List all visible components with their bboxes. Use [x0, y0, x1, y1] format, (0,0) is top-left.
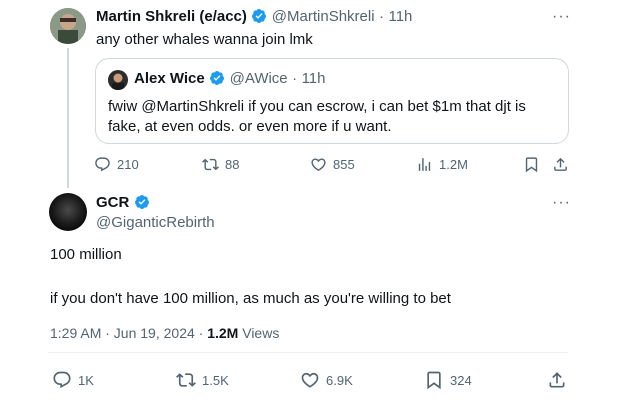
reply-button[interactable]: 1K	[52, 370, 94, 390]
retweet-count: 88	[225, 157, 240, 172]
more-icon[interactable]: ···	[552, 194, 571, 212]
tweet-text: any other whales wanna join lmk	[96, 31, 313, 48]
views-label: Views	[238, 325, 280, 341]
like-icon	[311, 158, 326, 171]
reply-count: 210	[117, 157, 139, 172]
tweet-time[interactable]: 11h	[388, 8, 412, 25]
author-handle[interactable]: @GiganticRebirth	[96, 214, 215, 231]
tweet-meta: 1:29 AM · Jun 19, 2024 · 1.2M Views	[50, 325, 279, 341]
retweet-button[interactable]: 1.5K	[176, 370, 229, 390]
views-count-bold: 1.2M	[207, 325, 239, 341]
verified-badge-icon	[134, 195, 149, 209]
bookmark-icon	[427, 371, 441, 390]
views-button[interactable]: 1.2M	[416, 156, 468, 173]
share-icon[interactable]	[552, 156, 569, 178]
tweet2-header: GCR	[96, 194, 150, 212]
like-button[interactable]: 855	[310, 156, 355, 173]
avatar-martin[interactable]	[50, 8, 86, 44]
thread-line	[67, 48, 69, 188]
dot-separator: ·	[292, 70, 298, 87]
verified-badge-icon	[252, 9, 267, 23]
author-name[interactable]: Martin Shkreli (e/acc)	[96, 8, 247, 25]
tweet-text-line1: 100 million	[50, 246, 122, 263]
more-icon[interactable]: ···	[552, 8, 571, 26]
retweet-button[interactable]: 88	[202, 156, 239, 173]
divider	[48, 352, 568, 353]
reply-count: 1K	[78, 372, 94, 388]
quote-time: 11h	[301, 70, 326, 87]
avatar-alex	[108, 70, 128, 90]
tweet1-header: Martin Shkreli (e/acc) @MartinShkreli · …	[96, 8, 412, 26]
reply-button[interactable]: 210	[94, 156, 139, 173]
dot-separator: ·	[379, 8, 385, 25]
views-count: 1.2M	[439, 157, 468, 172]
bookmark-count: 324	[450, 372, 472, 388]
retweet-icon	[202, 158, 219, 171]
reply-icon	[95, 157, 110, 172]
bookmark-button[interactable]: 324	[424, 370, 472, 390]
quote-tweet[interactable]: Alex Wice @AWice · 11h fwiw @MartinShkre…	[95, 58, 569, 144]
tweet-text-line2: if you don't have 100 million, as much a…	[50, 290, 451, 307]
views-icon	[418, 158, 431, 171]
quote-author-handle: @AWice	[229, 70, 288, 87]
quote-text: fwiw @MartinShkreli if you can escrow, i…	[108, 98, 526, 135]
like-count: 6.9K	[326, 372, 353, 388]
avatar-gcr[interactable]	[49, 193, 87, 231]
author-name[interactable]: GCR	[96, 194, 129, 211]
quote-header: Alex Wice @AWice · 11h	[134, 70, 325, 88]
timestamp[interactable]: 1:29 AM · Jun 19, 2024 ·	[50, 325, 207, 341]
like-icon	[301, 372, 319, 388]
share-icon[interactable]	[547, 370, 567, 395]
verified-badge-icon	[210, 71, 225, 85]
retweet-count: 1.5K	[202, 372, 229, 388]
bookmark-icon[interactable]	[523, 156, 540, 178]
retweet-icon	[176, 373, 196, 387]
reply-icon	[53, 371, 71, 389]
like-count: 855	[333, 157, 355, 172]
like-button[interactable]: 6.9K	[300, 370, 353, 390]
quote-author-name: Alex Wice	[134, 70, 205, 87]
author-handle[interactable]: @MartinShkreli	[272, 8, 375, 25]
